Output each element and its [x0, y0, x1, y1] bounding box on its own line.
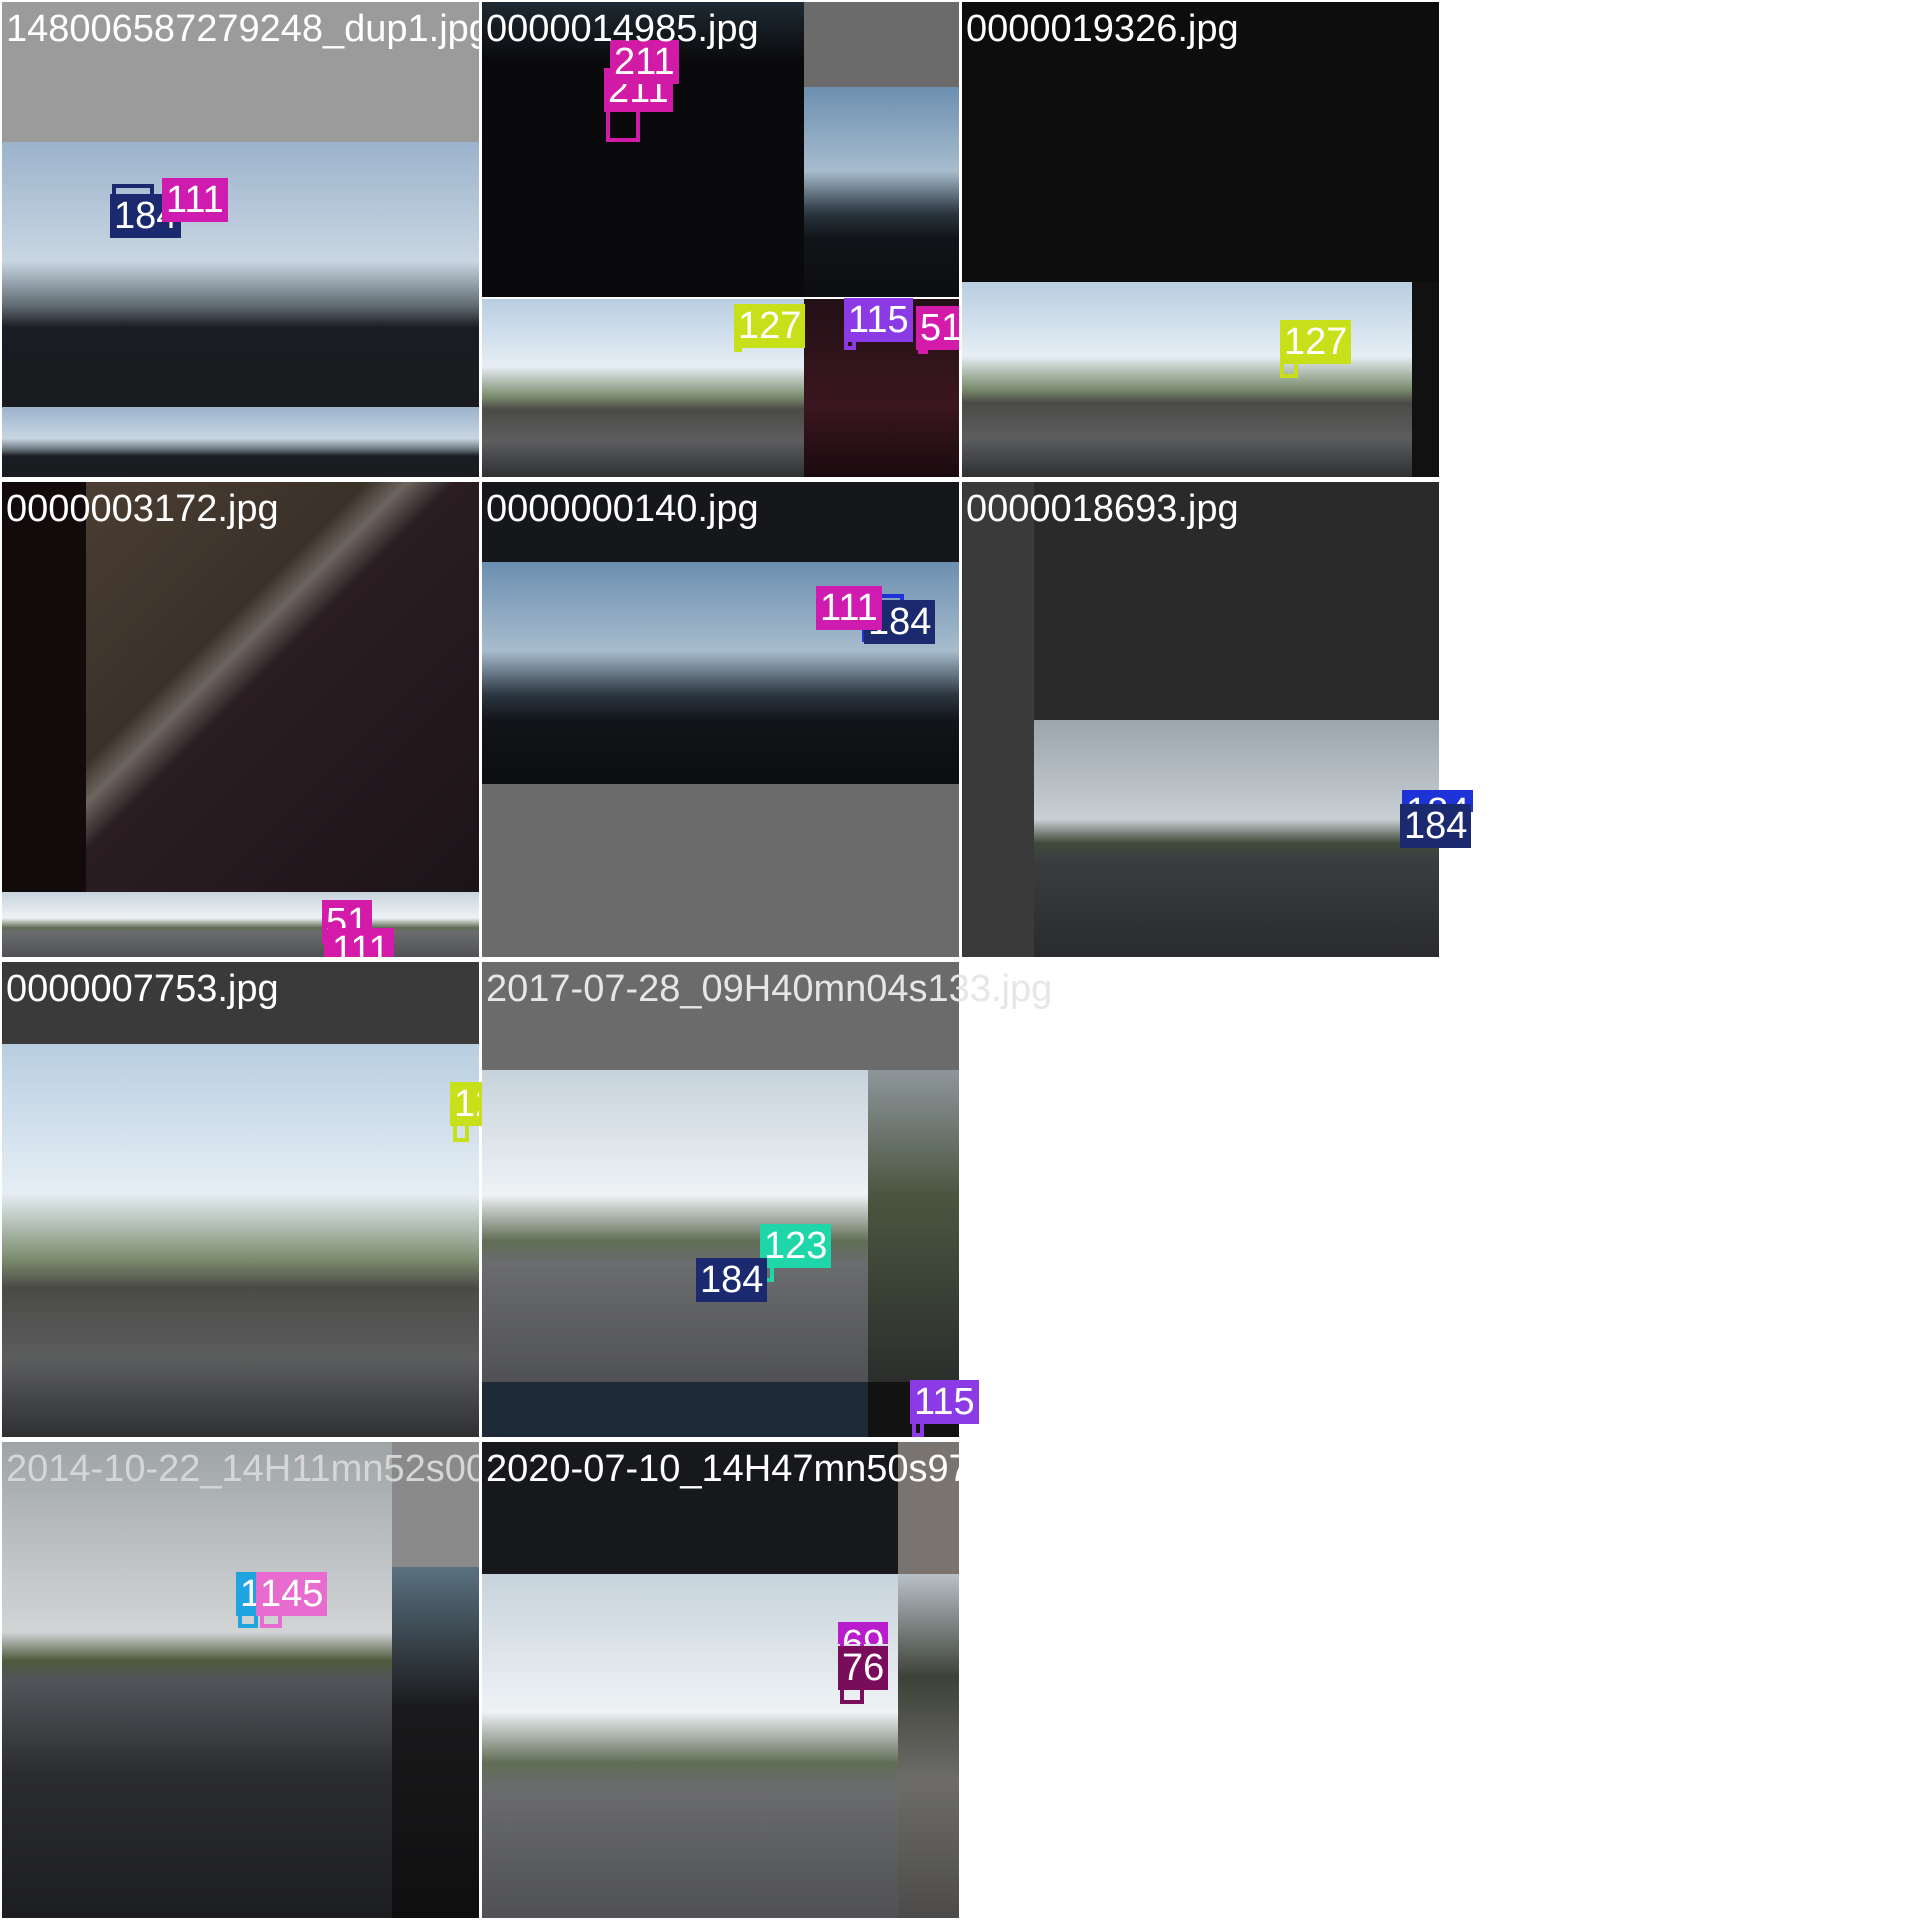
image-filename: 0000003172.jpg: [6, 488, 279, 530]
image-filename: 0000007753.jpg: [6, 968, 279, 1010]
bbox-label: 115: [844, 298, 913, 342]
bbox-label: 184: [1400, 804, 1472, 848]
mosaic-tile-2: 211 211 127 115 51 0000014985.jpg: [482, 2, 959, 477]
mosaic-tile-4: 51 111 0000003172.jpg: [2, 482, 479, 957]
road-photo: [2, 407, 479, 477]
mosaic-tile-3: 127 0000019326.jpg: [962, 2, 1439, 477]
padding-region: [482, 784, 959, 957]
bbox-label: 123: [760, 1224, 832, 1268]
bbox-label: 51: [916, 306, 959, 350]
mosaic-tile-10: 69 76: [482, 1442, 959, 1918]
bbox-label: 115: [910, 1380, 979, 1424]
bbox-label: 111: [328, 928, 394, 957]
road-photo: [482, 1574, 898, 1918]
mosaic-tile-5: 184 111 0000000140.jpg: [482, 482, 959, 957]
mosaic-tile-6: 0000018693.jpg: [962, 482, 1439, 957]
bbox-label: 76: [838, 1646, 889, 1690]
image-filename: 2020-07-10_14H47mn50s978_dup1.jpg: [486, 1448, 1158, 1490]
bbox-label: 127: [1280, 320, 1352, 364]
bbox-label: 69: [838, 1622, 889, 1644]
road-photo: [868, 1070, 959, 1382]
mosaic-tile-1: 184 111 148006587279248_dup1.jpg: [2, 2, 479, 477]
road-photo: [392, 1567, 479, 1918]
mosaic-tile-8: 123 184: [482, 962, 959, 1437]
road-photo: [962, 482, 1034, 957]
road-photo: [2, 142, 479, 407]
road-photo: [86, 482, 479, 892]
bbox-label: 111: [162, 178, 228, 222]
road-photo: [962, 282, 1412, 477]
image-filename: 2014-10-22_14H11mn52s002_dup1.jpg: [6, 1448, 479, 1490]
road-photo: [898, 1574, 959, 1918]
road-photo: [2, 482, 86, 892]
image-filename: 0000014985.jpg: [486, 8, 759, 50]
bbox-label: 184: [696, 1258, 768, 1302]
road-photo: [804, 87, 959, 297]
bbox-label: 111: [816, 586, 882, 630]
road-photo: [1034, 720, 1439, 957]
image-filename: 0000018693.jpg: [966, 488, 1239, 530]
image-filename: 2017-07-28_09H40mn04s133.jpg: [486, 968, 1053, 1010]
image-filename: 0000000140.jpg: [486, 488, 759, 530]
road-photo: [2, 892, 479, 957]
image-filename: 0000019326.jpg: [966, 8, 1239, 50]
mosaic-tile-9: 1 145 2014-10-22_14H11mn52s002_dup1.jpg: [2, 1442, 479, 1918]
road-photo: [2, 1442, 392, 1918]
road-photo: [1412, 282, 1439, 477]
road-photo: [482, 1382, 868, 1437]
image-filename: 148006587279248_dup1.jpg: [6, 8, 479, 50]
mosaic-tile-7: 127 0000007753.jpg: [2, 962, 479, 1437]
padding-region: [804, 2, 959, 87]
bbox-label: 145: [256, 1572, 328, 1616]
bbox-label: 127: [734, 304, 806, 348]
road-photo: [2, 1044, 479, 1437]
bbox-label: 127: [450, 1082, 479, 1126]
